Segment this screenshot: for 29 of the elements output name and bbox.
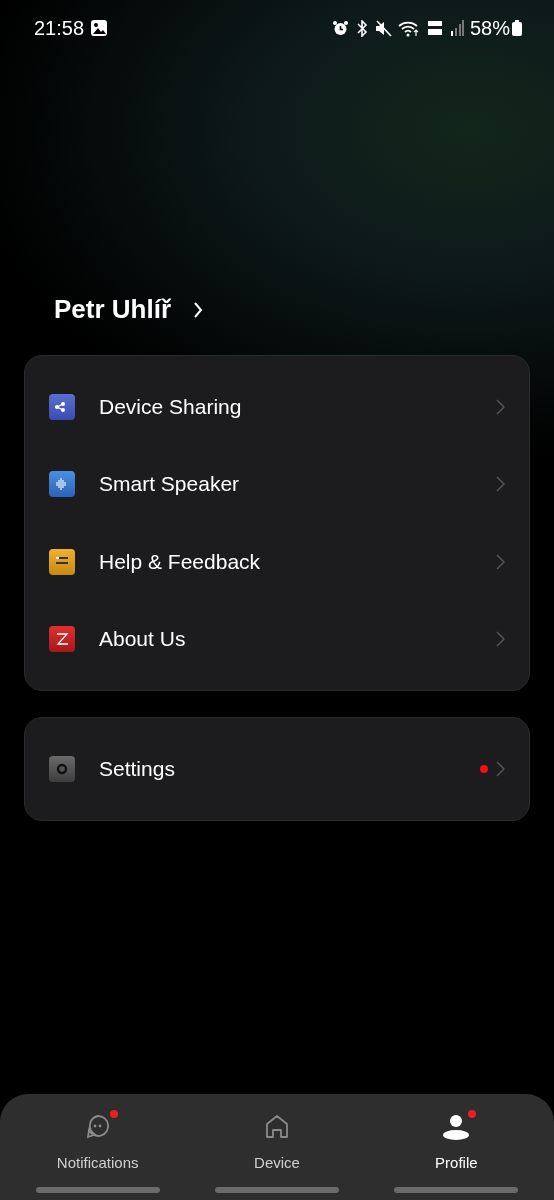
menu-item[interactable]: About Us xyxy=(25,600,529,678)
chevron-icon xyxy=(496,760,505,777)
chevron-icon xyxy=(496,476,505,493)
logo-icon xyxy=(49,626,75,653)
gear-icon xyxy=(49,755,75,782)
chevron-icon xyxy=(496,631,505,648)
person-icon xyxy=(442,1112,471,1142)
mute-icon xyxy=(374,19,392,37)
chevron-icon xyxy=(496,553,505,570)
bluetooth-icon xyxy=(354,19,369,37)
share-icon xyxy=(49,393,75,420)
battery-percent: 58% xyxy=(469,16,510,40)
menu-item[interactable]: Settings xyxy=(25,730,529,808)
clock-time: 21:58 xyxy=(34,16,85,40)
wifi-icon xyxy=(397,19,420,37)
tab[interactable]: Notifications xyxy=(8,1094,188,1200)
image-icon xyxy=(90,19,109,37)
chevron-icon xyxy=(193,300,204,319)
chevron-icon xyxy=(496,398,505,415)
tab[interactable]: Profile xyxy=(366,1094,546,1200)
menu-item[interactable]: Smart Speaker xyxy=(25,445,529,523)
signal-icon xyxy=(449,20,464,36)
menu-item[interactable]: Help & Feedback xyxy=(25,523,529,601)
message-icon xyxy=(49,548,75,575)
profile-name-link[interactable]: Petr Uhlíř xyxy=(54,294,204,325)
alarm-icon xyxy=(331,19,349,37)
menu-item[interactable]: Device Sharing xyxy=(25,368,529,446)
battery-icon xyxy=(512,20,522,36)
tab[interactable]: Device xyxy=(187,1094,367,1200)
